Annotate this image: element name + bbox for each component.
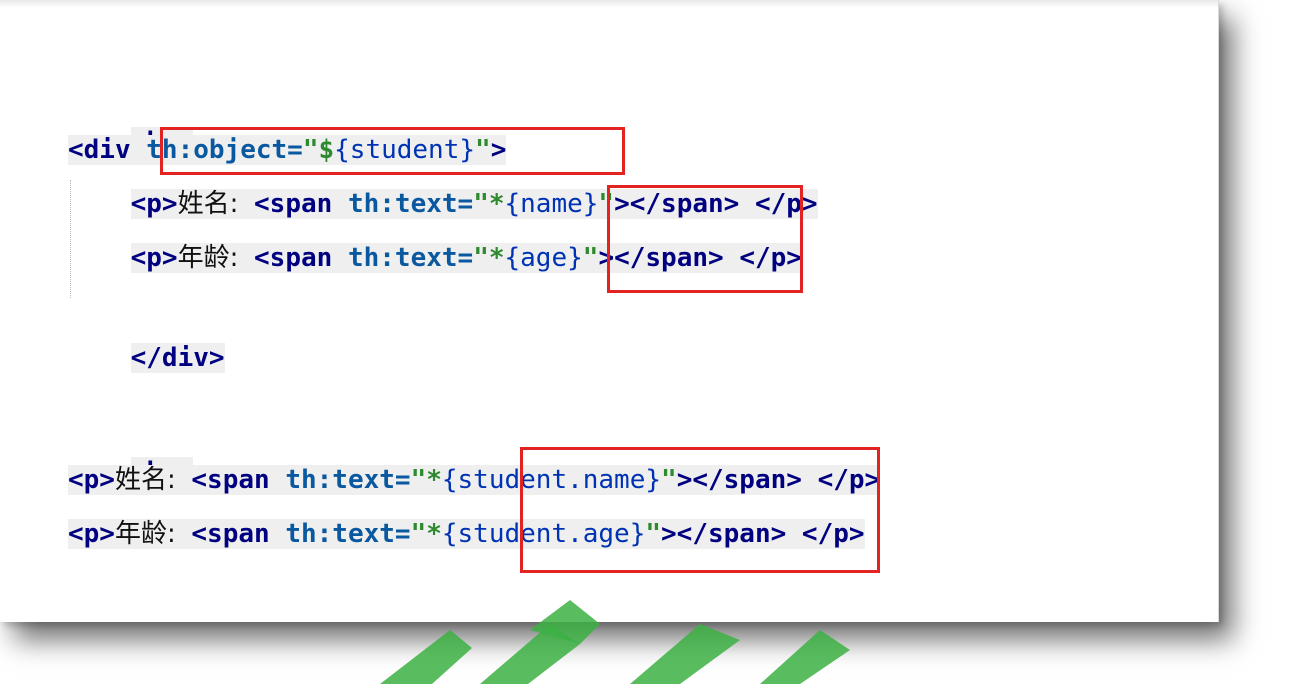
div-close-tag: </div> bbox=[130, 343, 225, 373]
watermark-shape-1 bbox=[380, 630, 472, 684]
name-label: 姓名: bbox=[177, 189, 239, 219]
p-open-tag: <p> bbox=[68, 519, 115, 549]
span-open-tag: <span bbox=[254, 189, 333, 219]
top-edge-fade bbox=[0, 0, 1218, 8]
span-open-tag: <span bbox=[254, 243, 333, 273]
span-open-tag: <span bbox=[191, 519, 270, 549]
watermark-shape-5 bbox=[760, 630, 850, 684]
quote-close: " bbox=[582, 243, 599, 273]
age-expression: {age} bbox=[504, 243, 583, 273]
code-line-hr-2: <hr> bbox=[68, 403, 194, 487]
quote-open: " bbox=[410, 465, 427, 495]
quote-open: " bbox=[473, 189, 489, 219]
star-sign: * bbox=[488, 243, 505, 273]
highlight-box-student-expressions bbox=[520, 447, 880, 573]
th-text-attr: th:text= bbox=[285, 465, 411, 495]
th-text-attr: th:text= bbox=[347, 189, 474, 219]
watermark-logo bbox=[380, 600, 850, 684]
quote-open: " bbox=[410, 519, 427, 549]
star-sign: * bbox=[488, 189, 505, 219]
age-label: 年龄: bbox=[177, 243, 239, 273]
p-open-tag: <p> bbox=[130, 243, 178, 273]
th-text-attr: th:text= bbox=[347, 243, 474, 273]
code-snippet-card: <hr> <div th:object="${student}"> <p>姓名:… bbox=[0, 0, 1219, 622]
highlight-box-object bbox=[160, 127, 625, 175]
name-label: 姓名: bbox=[114, 465, 176, 495]
age-label: 年龄: bbox=[114, 519, 176, 549]
quote-open: " bbox=[473, 243, 489, 273]
star-sign: * bbox=[426, 465, 442, 495]
th-text-attr: th:text= bbox=[285, 519, 411, 549]
star-sign: * bbox=[426, 519, 442, 549]
p-open-tag: <p> bbox=[68, 465, 115, 495]
highlight-box-inner-expressions bbox=[607, 185, 803, 293]
div-open-tag: <div bbox=[68, 135, 131, 165]
name-expression: {name} bbox=[504, 189, 599, 219]
code-line-div-close: </div> bbox=[68, 289, 225, 373]
p-open-tag: <p> bbox=[130, 189, 178, 219]
code-line-hr-1: <hr> bbox=[68, 73, 194, 157]
watermark-shape-4 bbox=[630, 624, 740, 684]
span-open-tag: <span bbox=[191, 465, 270, 495]
